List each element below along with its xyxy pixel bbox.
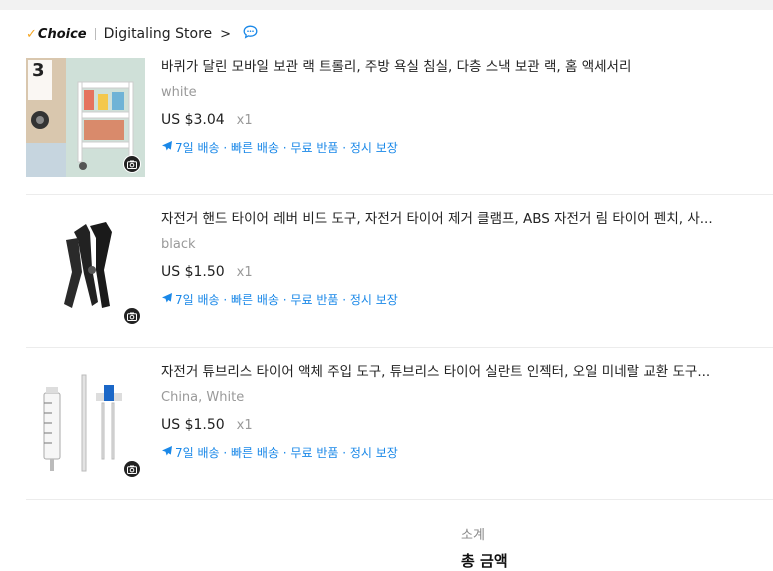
shipping-text: 7일 배송 · 빠른 배송 · 무료 반품 · 정시 보장 [175,141,398,155]
store-header[interactable]: ✓ Choice Digitaling Store > [26,24,258,44]
item-divider [26,194,773,195]
store-name[interactable]: Digitaling Store [104,26,213,42]
order-item[interactable]: 3 바퀴가 달린 모바일 보관 랙 트롤리, 주방 욕실 침실, 다층 스낵 보… [26,58,773,179]
product-title[interactable]: 바퀴가 달린 모바일 보관 랙 트롤리, 주방 욕실 침실, 다층 스낵 보관 … [161,58,756,76]
plane-icon [161,445,173,460]
plane-icon [161,140,173,155]
shipping-info: 7일 배송 · 빠른 배송 · 무료 반품 · 정시 보장 [161,291,761,308]
product-price: US $1.50 [161,264,225,280]
plane-icon [161,292,173,307]
product-qty: x1 [236,113,253,128]
camera-icon[interactable] [123,307,141,325]
product-image[interactable] [26,363,145,482]
product-title[interactable]: 자전거 튜브리스 타이어 액체 주입 도구, 튜브리스 타이어 실란트 인젝터,… [161,363,756,381]
chat-icon[interactable] [243,25,258,43]
order-item[interactable]: 자전거 튜브리스 타이어 액체 주입 도구, 튜브리스 타이어 실란트 인젝터,… [26,363,773,484]
price-row: US $3.04 x1 [161,112,761,128]
thumb-badge: 3 [32,60,45,81]
product-variant: China, White [161,390,245,405]
item-divider [26,499,773,500]
item-info: 바퀴가 달린 모바일 보관 랙 트롤리, 주방 욕실 침실, 다층 스낵 보관 … [161,58,761,156]
product-image[interactable] [26,210,145,329]
total-label: 총 금액 [461,552,508,570]
choice-label: Choice [37,26,87,42]
divider [94,28,96,40]
camera-icon[interactable] [123,155,141,173]
product-image[interactable]: 3 [26,58,145,177]
order-item[interactable]: 자전거 핸드 타이어 레버 비드 도구, 자전거 타이어 제거 클램프, ABS… [26,210,773,331]
chevron-right-icon[interactable]: > [220,27,231,42]
camera-icon[interactable] [123,460,141,478]
item-info: 자전거 튜브리스 타이어 액체 주입 도구, 튜브리스 타이어 실란트 인젝터,… [161,363,761,461]
top-strip [0,0,773,10]
item-info: 자전거 핸드 타이어 레버 비드 도구, 자전거 타이어 제거 클램프, ABS… [161,210,761,308]
check-icon: ✓ [26,26,37,42]
product-variant: white [161,85,197,100]
shipping-info: 7일 배송 · 빠른 배송 · 무료 반품 · 정시 보장 [161,139,761,156]
choice-badge: ✓ Choice [26,27,87,42]
price-row: US $1.50 x1 [161,264,761,280]
product-qty: x1 [236,265,253,280]
shipping-text: 7일 배송 · 빠른 배송 · 무료 반품 · 정시 보장 [175,446,398,460]
shipping-text: 7일 배송 · 빠른 배송 · 무료 반품 · 정시 보장 [175,293,398,307]
subtotal-label: 소계 [461,528,485,543]
item-divider [26,347,773,348]
product-variant: black [161,237,196,252]
product-title[interactable]: 자전거 핸드 타이어 레버 비드 도구, 자전거 타이어 제거 클램프, ABS… [161,210,756,228]
product-qty: x1 [236,418,253,433]
product-price: US $3.04 [161,112,225,128]
order-card: ✓ Choice Digitaling Store > 3 바퀴가 달린 모바일… [0,10,773,570]
product-price: US $1.50 [161,417,225,433]
price-row: US $1.50 x1 [161,417,761,433]
shipping-info: 7일 배송 · 빠른 배송 · 무료 반품 · 정시 보장 [161,444,761,461]
